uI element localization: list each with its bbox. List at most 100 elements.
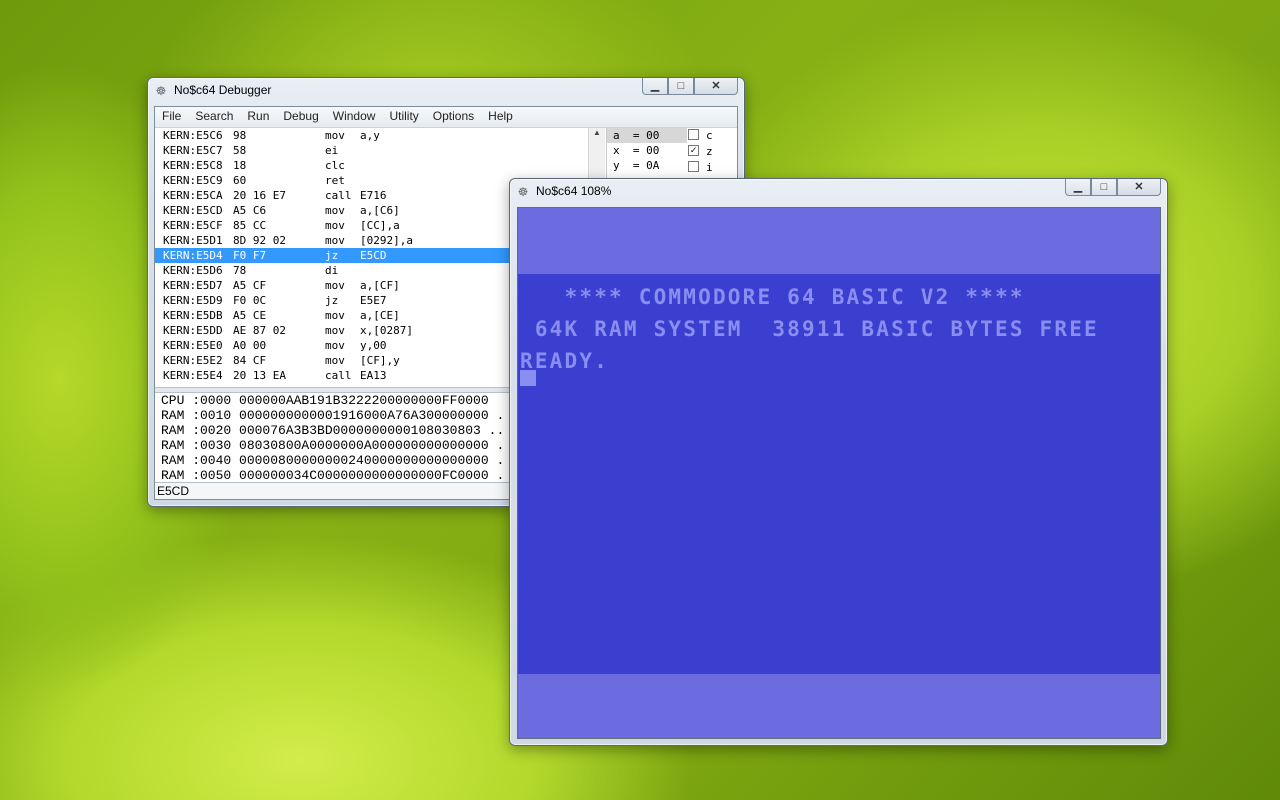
row-opcode-bytes: 60: [233, 174, 247, 187]
commodore-icon: ☸: [155, 84, 167, 98]
debugger-title: No$c64 Debugger: [174, 83, 272, 97]
row-operand: y,00: [360, 339, 387, 352]
row-opcode-bytes: 18: [233, 159, 247, 172]
row-opcode-bytes: F0 F7: [233, 249, 267, 262]
row-address: KERN:E5E2: [163, 354, 223, 367]
row-address: KERN:E5D4: [163, 249, 223, 262]
menu-options[interactable]: Options: [426, 107, 481, 127]
menu-help[interactable]: Help: [481, 107, 520, 127]
emulator-title: No$c64 108%: [536, 184, 612, 198]
close-button[interactable]: ✕: [1117, 179, 1161, 196]
commodore-icon: ☸: [517, 185, 529, 199]
row-mnemonic: call: [325, 369, 352, 382]
row-address: KERN:E5DB: [163, 309, 223, 322]
row-opcode-bytes: F0 0C: [233, 294, 267, 307]
menu-run[interactable]: Run: [240, 107, 276, 127]
row-opcode-bytes: 85 CC: [233, 219, 267, 232]
row-mnemonic: mov: [325, 309, 345, 322]
row-address: KERN:E5C6: [163, 129, 223, 142]
emulator-window: ☸ No$c64 108% ▁ □ ✕ **** COMMODORE 64 BA…: [509, 178, 1168, 746]
scroll-up-icon[interactable]: ▲: [589, 128, 605, 137]
row-address: KERN:E5E0: [163, 339, 223, 352]
menu-search[interactable]: Search: [188, 107, 240, 127]
row-opcode-bytes: 20 13 EA: [233, 369, 286, 382]
flag-z: ✓ z: [688, 144, 738, 160]
register-y[interactable]: y = 0A: [607, 158, 687, 173]
c64-screen[interactable]: **** COMMODORE 64 BASIC V2 **** 64K RAM …: [518, 274, 1160, 674]
flag-checkbox[interactable]: [688, 129, 699, 140]
row-mnemonic: jz: [325, 294, 339, 307]
row-mnemonic: mov: [325, 279, 345, 292]
disassembly-row[interactable]: KERN:E5C6 98 mov a,y: [155, 128, 588, 143]
row-opcode-bytes: 8D 92 02: [233, 234, 286, 247]
menu-utility[interactable]: Utility: [382, 107, 425, 127]
flag-checkbox[interactable]: ✓: [688, 145, 699, 156]
menu-window[interactable]: Window: [326, 107, 383, 127]
row-opcode-bytes: A5 CE: [233, 309, 267, 322]
row-mnemonic: mov: [325, 204, 345, 217]
memory-row: RAM :0010 0000000000001916000A76A3000000…: [161, 408, 507, 423]
row-opcode-bytes: AE 87 02: [233, 324, 286, 337]
row-operand: E5E7: [360, 294, 387, 307]
disassembly-row[interactable]: KERN:E5C8 18 clc: [155, 158, 588, 173]
emulator-caption-buttons: ▁ □ ✕: [1065, 179, 1161, 197]
c64-cursor: [520, 370, 536, 386]
row-address: KERN:E5C8: [163, 159, 223, 172]
row-operand: a,[C6]: [360, 204, 400, 217]
row-mnemonic: clc: [325, 159, 345, 172]
row-address: KERN:E5C9: [163, 174, 223, 187]
row-address: KERN:E5D7: [163, 279, 223, 292]
emulator-titlebar[interactable]: ☸ No$c64 108% ▁ □ ✕: [510, 179, 1167, 205]
row-mnemonic: ei: [325, 144, 339, 157]
memory-row: RAM :0030 08030800A0000000A0000000000000…: [161, 438, 507, 453]
row-address: KERN:E5CF: [163, 219, 223, 232]
flag-label: z: [706, 145, 713, 158]
maximize-button[interactable]: □: [668, 78, 694, 95]
row-mnemonic: call: [325, 189, 352, 202]
row-address: KERN:E5D6: [163, 264, 223, 277]
row-address: KERN:E5C7: [163, 144, 223, 157]
row-address: KERN:E5CA: [163, 189, 223, 202]
register-x[interactable]: x = 00: [607, 143, 687, 158]
row-opcode-bytes: 58: [233, 144, 247, 157]
row-mnemonic: ret: [325, 174, 345, 187]
row-opcode-bytes: A0 00: [233, 339, 267, 352]
memory-row: CPU :0000 000000AAB191B3222200000000FF00…: [161, 393, 507, 408]
row-operand: [0292],a: [360, 234, 413, 247]
close-button[interactable]: ✕: [694, 78, 738, 95]
row-address: KERN:E5DD: [163, 324, 223, 337]
row-operand: EA13: [360, 369, 387, 382]
disassembly-row[interactable]: KERN:E5C7 58 ei: [155, 143, 588, 158]
row-operand: a,y: [360, 129, 380, 142]
flag-label: c: [706, 129, 713, 142]
minimize-button[interactable]: ▁: [1065, 179, 1091, 196]
flags-pane: c ✓ z i: [688, 128, 738, 176]
memory-row: RAM :0040 000008000000002400000000000000…: [161, 453, 507, 468]
row-operand: [CF],y: [360, 354, 400, 367]
register-a[interactable]: a = 00: [607, 128, 687, 143]
row-operand: a,[CE]: [360, 309, 400, 322]
memory-row: RAM :0050 000000034C0000000000000000FC00…: [161, 468, 507, 483]
row-operand: x,[0287]: [360, 324, 413, 337]
flag-i: i: [688, 160, 738, 176]
minimize-button[interactable]: ▁: [642, 78, 668, 95]
row-opcode-bytes: 20 16 E7: [233, 189, 286, 202]
debugger-titlebar[interactable]: ☸ No$c64 Debugger ▁ □ ✕: [148, 78, 744, 104]
row-address: KERN:E5E4: [163, 369, 223, 382]
menu-file[interactable]: File: [155, 107, 188, 127]
row-address: KERN:E5D9: [163, 294, 223, 307]
c64-display[interactable]: **** COMMODORE 64 BASIC V2 **** 64K RAM …: [517, 207, 1161, 739]
menu-bar: File Search Run Debug Window Utility Opt…: [155, 107, 737, 128]
row-mnemonic: mov: [325, 324, 345, 337]
maximize-button[interactable]: □: [1091, 179, 1117, 196]
row-mnemonic: di: [325, 264, 339, 277]
row-mnemonic: mov: [325, 339, 345, 352]
row-operand: E716: [360, 189, 387, 202]
row-opcode-bytes: A5 CF: [233, 279, 267, 292]
menu-debug[interactable]: Debug: [276, 107, 325, 127]
memory-dump-pane[interactable]: CPU :0000 000000AAB191B3222200000000FF00…: [155, 393, 507, 483]
flag-checkbox[interactable]: [688, 161, 699, 172]
row-operand: [CC],a: [360, 219, 400, 232]
row-mnemonic: jz: [325, 249, 339, 262]
row-mnemonic: mov: [325, 129, 345, 142]
